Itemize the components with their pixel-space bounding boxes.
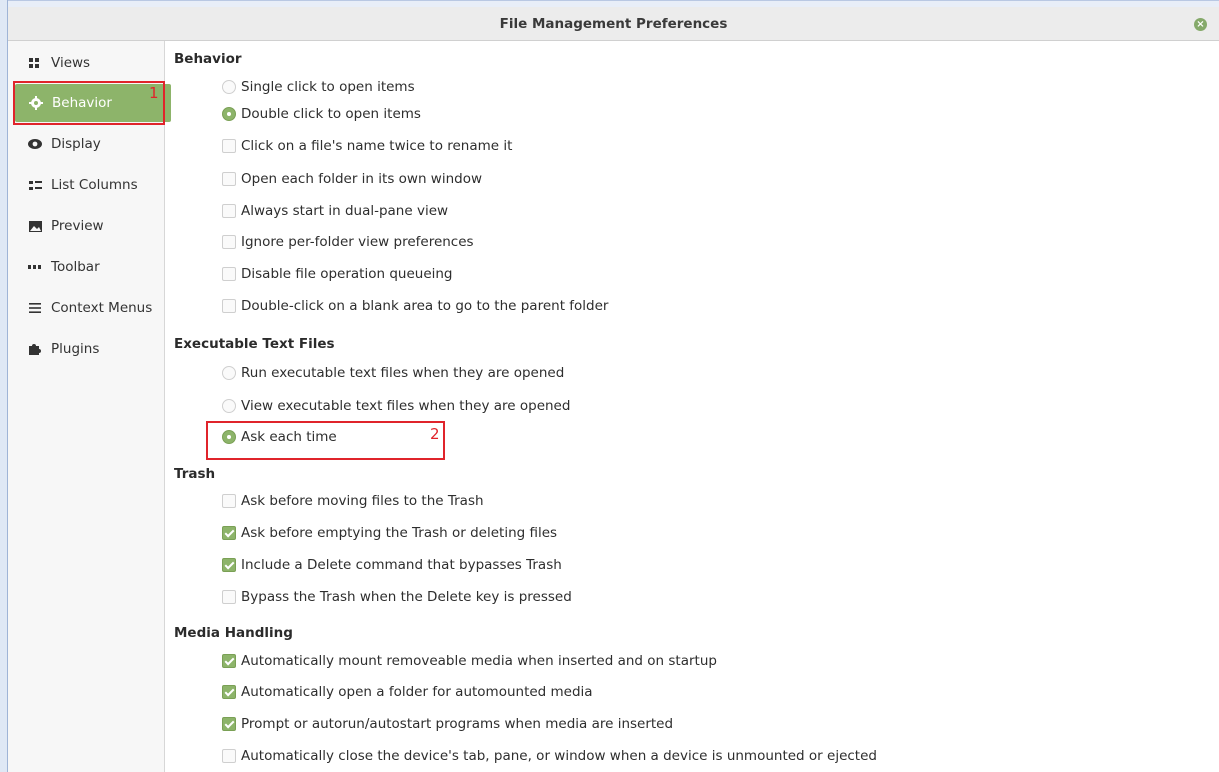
radio-view-executable[interactable]: View executable text files when they are… (222, 393, 570, 419)
sidebar-item-label: List Columns (51, 177, 138, 193)
radio-label: Single click to open items (241, 79, 415, 95)
radio-double-click[interactable]: Double click to open items (222, 101, 421, 127)
section-heading-behavior: Behavior (174, 51, 242, 67)
checkbox[interactable] (222, 590, 236, 604)
radio-label: View executable text files when they are… (241, 398, 571, 414)
checkbox[interactable] (222, 654, 236, 668)
title-bar[interactable]: File Management Preferences × (8, 7, 1219, 41)
list-columns-icon (28, 178, 42, 192)
sidebar-item-plugins[interactable]: Plugins (14, 331, 165, 367)
dots-icon (28, 260, 42, 274)
sidebar-item-label: Plugins (51, 341, 100, 357)
section-heading-executable: Executable Text Files (174, 336, 335, 352)
radio-button[interactable] (222, 399, 236, 413)
sidebar-item-label: Preview (51, 218, 104, 234)
checkbox[interactable] (222, 267, 236, 281)
radio-label: Run executable text files when they are … (241, 365, 565, 381)
checkbox[interactable] (222, 685, 236, 699)
checkbox-dual-pane[interactable]: Always start in dual-pane view (222, 198, 448, 224)
checkbox-bypass-trash-key[interactable]: Bypass the Trash when the Delete key is … (222, 584, 572, 610)
checkbox-own-window[interactable]: Open each folder in its own window (222, 166, 482, 192)
checkbox[interactable] (222, 139, 236, 153)
checkbox-auto-open[interactable]: Automatically open a folder for automoun… (222, 679, 593, 705)
checkbox-label: Click on a file's name twice to rename i… (241, 138, 513, 154)
checkbox-ignore-prefs[interactable]: Ignore per-folder view preferences (222, 229, 474, 255)
sidebar: Views Behavior Display List Columns Prev… (8, 41, 171, 772)
behavior-panel: Behavior Single click to open items Doub… (174, 41, 1214, 772)
checkbox-label: Open each folder in its own window (241, 171, 483, 187)
radio-label: Double click to open items (241, 106, 421, 122)
checkbox-label: Disable file operation queueing (241, 266, 453, 282)
checkbox-delete-command[interactable]: Include a Delete command that bypasses T… (222, 552, 562, 578)
grid-icon (28, 56, 42, 70)
sidebar-item-preview[interactable]: Preview (14, 208, 165, 244)
checkbox-label: Automatically mount removeable media whe… (241, 653, 717, 669)
checkbox-prompt-autorun[interactable]: Prompt or autorun/autostart programs whe… (222, 711, 673, 737)
checkbox-disable-queue[interactable]: Disable file operation queueing (222, 261, 453, 287)
menu-icon (28, 301, 42, 315)
window-frame-left (0, 0, 8, 772)
annotation-box-1 (13, 81, 165, 125)
checkbox[interactable] (222, 558, 236, 572)
checkbox[interactable] (222, 204, 236, 218)
checkbox-blank-parent[interactable]: Double-click on a blank area to go to th… (222, 293, 608, 319)
checkbox[interactable] (222, 299, 236, 313)
eye-icon (28, 137, 42, 151)
checkbox-label: Double-click on a blank area to go to th… (241, 298, 609, 314)
checkbox[interactable] (222, 172, 236, 186)
checkbox[interactable] (222, 235, 236, 249)
image-icon (28, 219, 42, 233)
sidebar-item-list-columns[interactable]: List Columns (14, 167, 165, 203)
checkbox[interactable] (222, 494, 236, 508)
sidebar-item-views[interactable]: Views (14, 45, 165, 81)
annotation-number-2: 2 (430, 425, 440, 443)
sidebar-item-label: Toolbar (51, 259, 100, 275)
close-button[interactable]: × (1194, 18, 1207, 31)
sidebar-item-toolbar[interactable]: Toolbar (14, 249, 165, 285)
checkbox-rename-twice[interactable]: Click on a file's name twice to rename i… (222, 133, 512, 159)
checkbox-auto-close[interactable]: Automatically close the device's tab, pa… (222, 743, 877, 769)
checkbox-label: Ask before moving files to the Trash (241, 493, 484, 509)
annotation-number-1: 1 (149, 84, 159, 102)
checkbox-ask-empty-trash[interactable]: Ask before emptying the Trash or deletin… (222, 520, 557, 546)
checkbox-label: Ask before emptying the Trash or deletin… (241, 525, 558, 541)
checkbox-label: Always start in dual-pane view (241, 203, 449, 219)
sidebar-item-label: Views (51, 55, 91, 71)
checkbox-label: Automatically open a folder for automoun… (241, 684, 593, 700)
checkbox[interactable] (222, 526, 236, 540)
radio-button[interactable] (222, 366, 236, 380)
checkbox-label: Automatically close the device's tab, pa… (241, 748, 877, 764)
checkbox[interactable] (222, 749, 236, 763)
sidebar-item-display[interactable]: Display (14, 126, 165, 162)
window-frame-top (0, 0, 1219, 7)
section-heading-media: Media Handling (174, 625, 293, 641)
annotation-box-2 (206, 421, 445, 460)
checkbox-auto-mount[interactable]: Automatically mount removeable media whe… (222, 648, 717, 674)
checkbox-ask-move-trash[interactable]: Ask before moving files to the Trash (222, 488, 484, 514)
sidebar-item-label: Display (51, 136, 101, 152)
puzzle-icon (28, 342, 42, 356)
checkbox-label: Prompt or autorun/autostart programs whe… (241, 716, 674, 732)
radio-button[interactable] (222, 107, 236, 121)
radio-single-click[interactable]: Single click to open items (222, 74, 415, 100)
section-heading-trash: Trash (174, 466, 216, 482)
checkbox-label: Include a Delete command that bypasses T… (241, 557, 562, 573)
checkbox[interactable] (222, 717, 236, 731)
sidebar-item-label: Context Menus (51, 300, 153, 316)
checkbox-label: Ignore per-folder view preferences (241, 234, 474, 250)
checkbox-label: Bypass the Trash when the Delete key is … (241, 589, 572, 605)
radio-run-executable[interactable]: Run executable text files when they are … (222, 360, 564, 386)
sidebar-item-context-menus[interactable]: Context Menus (14, 290, 165, 326)
close-icon: × (1196, 19, 1205, 30)
radio-button[interactable] (222, 80, 236, 94)
window-title: File Management Preferences (499, 16, 728, 32)
